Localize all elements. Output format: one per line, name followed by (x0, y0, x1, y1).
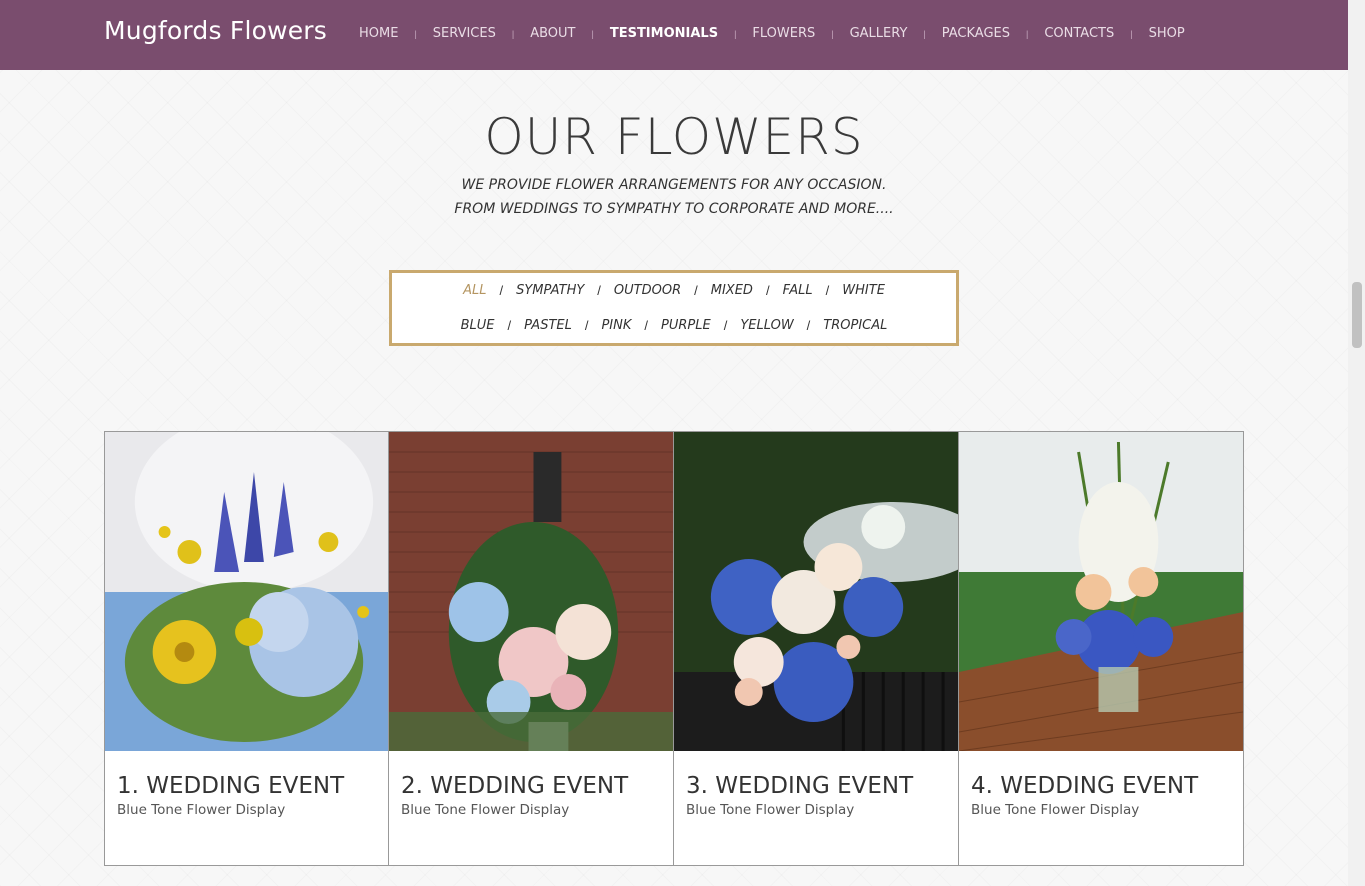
gallery-card[interactable]: 2. WEDDING EVENT Blue Tone Flower Displa… (389, 431, 674, 866)
section-subtitle-line2: FROM WEDDINGS TO SYMPATHY TO CORPORATE A… (454, 201, 894, 217)
filter-separator: / (499, 283, 504, 298)
filter-yellow[interactable]: YELLOW (731, 318, 802, 333)
card-description: Blue Tone Flower Display (401, 802, 570, 818)
filter-row-2: BLUE / PASTEL / PINK / PURPLE / YELLOW /… (392, 318, 956, 333)
filter-separator: / (806, 318, 811, 333)
card-title[interactable]: 1. WEDDING EVENT (117, 773, 344, 799)
nav-testimonials[interactable]: TESTIMONIALS (594, 26, 734, 41)
nav-shop[interactable]: SHOP (1133, 26, 1201, 41)
gallery-card[interactable]: 1. WEDDING EVENT Blue Tone Flower Displa… (104, 431, 389, 866)
section-title: OUR FLOWERS (484, 108, 864, 166)
page-scrollbar[interactable] (1348, 0, 1365, 886)
filter-pink[interactable]: PINK (592, 318, 640, 333)
filter-blue[interactable]: BLUE (452, 318, 504, 333)
nav-about[interactable]: ABOUT (514, 26, 591, 41)
filter-separator: / (765, 283, 770, 298)
card-title[interactable]: 2. WEDDING EVENT (401, 773, 628, 799)
card-title[interactable]: 3. WEDDING EVENT (686, 773, 913, 799)
flower-photo[interactable] (105, 432, 388, 751)
flower-gallery: 1. WEDDING EVENT Blue Tone Flower Displa… (104, 431, 1244, 866)
filter-separator: / (723, 318, 728, 333)
card-title[interactable]: 4. WEDDING EVENT (971, 773, 1198, 799)
flower-photo[interactable] (389, 432, 673, 751)
nav-flowers[interactable]: FLOWERS (736, 26, 831, 41)
section-subtitle-line1: WE PROVIDE FLOWER ARRANGEMENTS FOR ANY O… (461, 177, 887, 193)
card-description: Blue Tone Flower Display (117, 802, 286, 818)
filter-separator: / (597, 283, 601, 298)
nav-contacts[interactable]: CONTACTS (1028, 26, 1130, 41)
filter-separator: / (694, 283, 698, 298)
scrollbar-thumb[interactable] (1352, 282, 1362, 348)
card-description: Blue Tone Flower Display (686, 802, 855, 818)
category-filter: ALL / SYMPATHY / OUTDOOR / MIXED / FALL … (389, 270, 959, 346)
filter-row-1: ALL / SYMPATHY / OUTDOOR / MIXED / FALL … (392, 283, 956, 298)
nav-packages[interactable]: PACKAGES (926, 26, 1026, 41)
nav-home[interactable]: HOME (343, 26, 414, 41)
nav-services[interactable]: SERVICES (417, 26, 512, 41)
filter-outdoor[interactable]: OUTDOOR (605, 283, 690, 298)
nav-gallery[interactable]: GALLERY (834, 26, 924, 41)
filter-pastel[interactable]: PASTEL (515, 318, 581, 333)
site-header: Mugfords Flowers HOME | SERVICES | ABOUT… (0, 0, 1348, 70)
filter-separator: / (644, 318, 649, 333)
filter-purple[interactable]: PURPLE (652, 318, 720, 333)
filter-all[interactable]: ALL (454, 283, 495, 298)
filter-separator: / (507, 318, 512, 333)
main-nav: HOME | SERVICES | ABOUT | TESTIMONIALS |… (343, 26, 1201, 41)
flower-photo[interactable] (674, 432, 958, 751)
filter-mixed[interactable]: MIXED (702, 283, 762, 298)
filter-fall[interactable]: FALL (774, 283, 822, 298)
filter-white[interactable]: WHITE (833, 283, 894, 298)
gallery-card[interactable]: 3. WEDDING EVENT Blue Tone Flower Displa… (674, 431, 959, 866)
flower-photo[interactable] (959, 432, 1243, 751)
brand-logo[interactable]: Mugfords Flowers (104, 16, 327, 45)
filter-separator: / (584, 318, 589, 333)
gallery-card[interactable]: 4. WEDDING EVENT Blue Tone Flower Displa… (959, 431, 1244, 866)
card-description: Blue Tone Flower Display (971, 802, 1140, 818)
filter-separator: / (825, 283, 830, 298)
filter-sympathy[interactable]: SYMPATHY (507, 283, 593, 298)
filter-tropical[interactable]: TROPICAL (814, 318, 896, 333)
